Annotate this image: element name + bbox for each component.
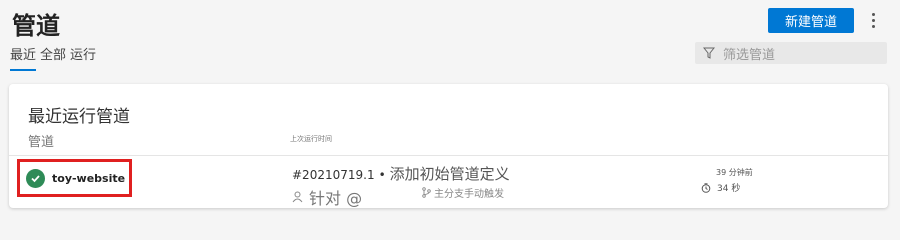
- page-title: 管道: [12, 12, 60, 40]
- tab-all[interactable]: 全部: [40, 44, 66, 71]
- pipeline-name[interactable]: toy-website: [52, 172, 125, 185]
- tab-bar: 最近 全部 运行: [10, 44, 96, 71]
- commit-message: 添加初始管道定义: [389, 165, 510, 183]
- time-ago: 39 分钟前: [716, 168, 753, 177]
- separator: •: [378, 168, 386, 182]
- filter-placeholder: 筛选管道: [723, 47, 776, 63]
- clock-icon: [701, 182, 711, 193]
- success-check-icon: [26, 168, 45, 188]
- person-icon: [292, 191, 303, 203]
- pipeline-row-toy-website[interactable]: toy-website: [17, 159, 132, 197]
- triggered-by: 针对 @: [292, 185, 362, 209]
- new-pipeline-button[interactable]: 新建管道: [768, 8, 854, 33]
- duration-text: 34 秒: [717, 184, 741, 194]
- recent-pipelines-card: 最近运行管道 管道 上次运行时间 toy-website #20210719.1…: [9, 84, 888, 208]
- run-id[interactable]: #20210719.1: [292, 168, 375, 182]
- duration: 34 秒: [701, 181, 740, 194]
- column-header-last-run: 上次运行时间: [290, 135, 332, 143]
- divider: [9, 155, 888, 156]
- tab-recent[interactable]: 最近: [10, 44, 37, 71]
- filter-pipelines-input[interactable]: 筛选管道: [695, 42, 887, 64]
- triggered-by-text: 针对 @: [309, 189, 363, 208]
- more-options-icon[interactable]: [866, 9, 880, 31]
- column-header-pipeline: 管道: [28, 135, 55, 150]
- run-info[interactable]: #20210719.1 • 添加初始管道定义: [292, 163, 510, 184]
- branch-label: 主分支手动触发: [434, 189, 504, 200]
- card-title: 最近运行管道: [28, 107, 130, 127]
- branch-icon: [422, 187, 431, 198]
- filter-icon: [703, 47, 715, 59]
- tab-runs[interactable]: 运行: [70, 44, 96, 71]
- branch-info: 主分支手动触发: [422, 185, 504, 200]
